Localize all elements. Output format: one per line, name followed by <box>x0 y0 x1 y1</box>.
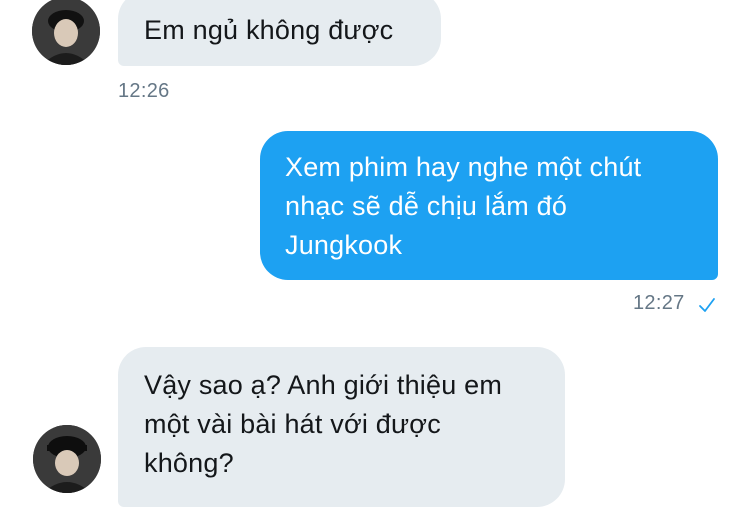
contact-avatar[interactable] <box>32 0 100 65</box>
contact-avatar[interactable] <box>33 425 101 493</box>
message-text-line: Vậy sao ạ? Anh giới thiệu em <box>144 370 503 400</box>
incoming-message-bubble[interactable]: Em ngủ không được <box>118 0 441 66</box>
checkmark-icon <box>699 298 715 312</box>
message-text-line: nhạc sẽ dễ chịu lắm đó <box>285 191 568 221</box>
message-text: Em ngủ không được <box>144 15 394 45</box>
avatar-photo-icon <box>33 425 101 493</box>
message-text-line: một vài bài hát với được <box>144 409 441 439</box>
outgoing-message-bubble[interactable]: Xem phim hay nghe một chút nhạc sẽ dễ ch… <box>260 131 718 280</box>
message-timestamp: 12:27 <box>633 292 685 314</box>
avatar-photo-icon <box>32 0 100 65</box>
message-timestamp: 12:26 <box>118 80 170 102</box>
incoming-message-bubble[interactable]: Vậy sao ạ? Anh giới thiệu em một vài bài… <box>118 347 565 507</box>
message-text-line: Xem phim hay nghe một chút <box>285 152 642 182</box>
message-text-line: Jungkook <box>285 230 403 260</box>
message-text-line: không? <box>144 448 234 478</box>
